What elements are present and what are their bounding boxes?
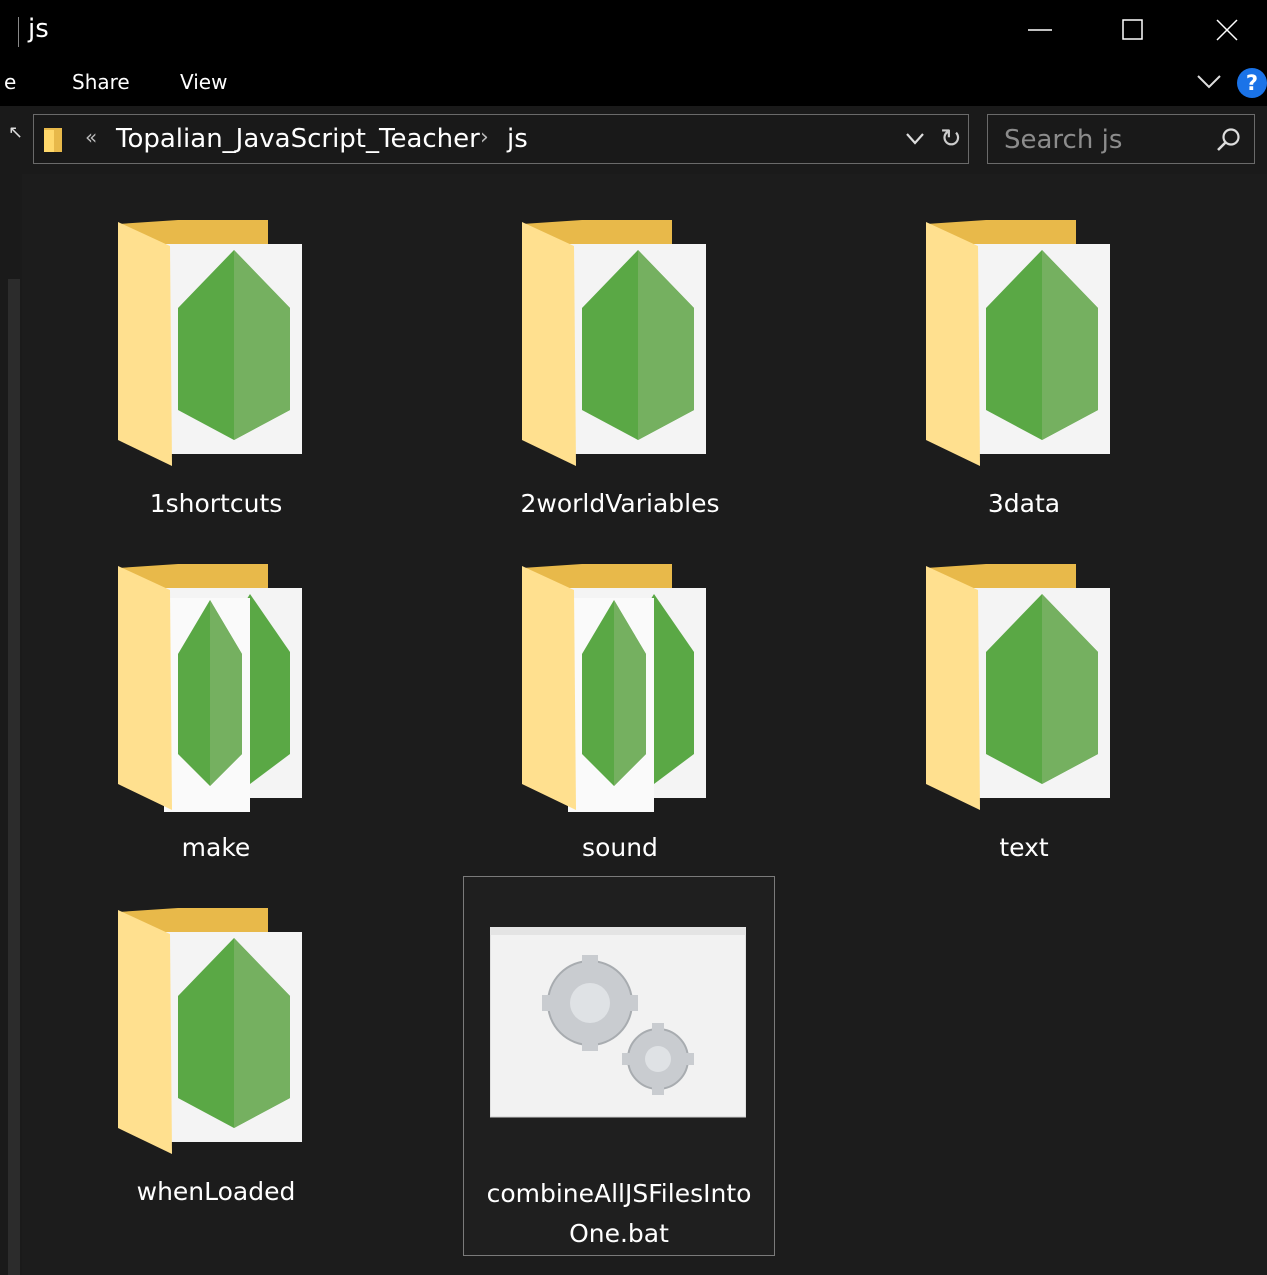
node-folder-icon [522, 220, 706, 466]
item-name-line1: combineAllJSFilesInto [486, 1179, 752, 1208]
file-list: 1shortcuts 2worldVariables 3data make so… [22, 174, 1267, 1275]
gears-icon [490, 927, 746, 1118]
search-input[interactable] [1002, 123, 1206, 157]
item-name: sound [582, 833, 658, 862]
item-name: 3data [987, 489, 1061, 518]
navigation-scrollbar[interactable] [8, 279, 20, 1275]
folder-item[interactable]: text [868, 546, 1180, 876]
chevron-down-icon[interactable] [1196, 72, 1222, 92]
node-folder-icon [926, 220, 1110, 466]
address-row: ↖ « Topalian_JavaScript_Teacher › js ↻ [0, 106, 1267, 174]
node-folder-icon [926, 564, 1110, 810]
tab-share[interactable]: Share [72, 70, 130, 94]
ribbon-tabs: e Share View ? [0, 62, 1267, 106]
search-icon[interactable] [1216, 127, 1242, 153]
folder-item[interactable]: make [60, 546, 372, 876]
title-separator [18, 17, 19, 47]
breadcrumb-parent[interactable]: Topalian_JavaScript_Teacher [116, 124, 480, 154]
refresh-icon[interactable]: ↻ [940, 124, 962, 154]
folder-item[interactable]: sound [464, 546, 776, 876]
folder-item[interactable]: 2worldVariables [464, 202, 776, 532]
item-name: make [181, 833, 251, 862]
close-icon [1216, 19, 1238, 41]
window-title: js [28, 14, 49, 44]
close-button[interactable] [1180, 0, 1267, 60]
maximize-button[interactable] [1086, 0, 1180, 60]
item-name: 2worldVariables [520, 489, 720, 518]
folder-item[interactable]: 3data [868, 202, 1180, 532]
chevron-down-icon[interactable] [904, 129, 926, 149]
node-folder-multi-icon [522, 564, 706, 812]
folder-item[interactable]: whenLoaded [60, 890, 372, 1220]
item-name: 1shortcuts [149, 489, 283, 518]
batch-file-item[interactable]: combineAllJSFilesInto One.bat [463, 876, 775, 1256]
tab-view[interactable]: View [180, 70, 227, 94]
node-folder-multi-icon [118, 564, 302, 812]
search-box[interactable] [987, 114, 1255, 164]
item-name: whenLoaded [136, 1177, 296, 1206]
breadcrumb-separator[interactable]: › [480, 125, 489, 150]
node-folder-icon [118, 908, 302, 1154]
minimize-icon [1028, 29, 1052, 31]
navigation-pane[interactable] [0, 174, 22, 1275]
folder-icon [44, 128, 62, 152]
up-arrow-icon[interactable]: ↖ [8, 122, 23, 143]
node-folder-icon [118, 220, 302, 466]
tab-home[interactable]: e [4, 70, 16, 94]
folder-item[interactable]: 1shortcuts [60, 202, 372, 532]
overflow-chevron[interactable]: « [85, 125, 97, 149]
minimize-button[interactable] [993, 0, 1087, 60]
item-name: text [999, 833, 1049, 862]
breadcrumb-current[interactable]: js [507, 124, 528, 154]
help-icon[interactable]: ? [1237, 68, 1267, 98]
item-name-line2: One.bat [569, 1219, 669, 1248]
title-bar: js [0, 0, 1267, 62]
maximize-icon [1122, 19, 1143, 40]
address-bar[interactable]: « Topalian_JavaScript_Teacher › js ↻ [33, 114, 969, 164]
